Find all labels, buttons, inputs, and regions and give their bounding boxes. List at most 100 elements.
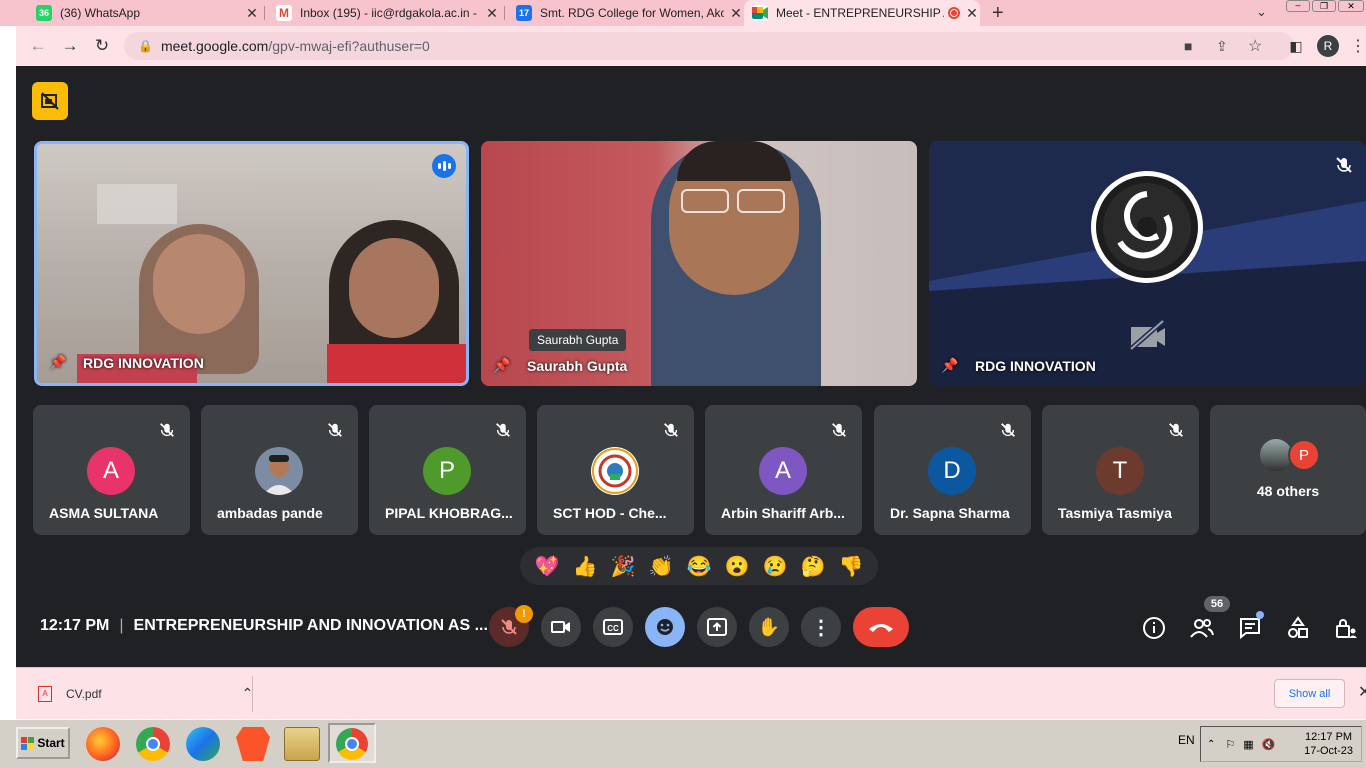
activities-button[interactable]	[1284, 614, 1312, 642]
network-icon[interactable]: ▦	[1243, 738, 1253, 751]
tab-search-icon[interactable]: ⌄	[1256, 4, 1267, 20]
tab-title: Smt. RDG College for Women, Akola	[540, 6, 724, 20]
video-tile-rdg-innovation-obs[interactable]: 📌 RDG INNOVATION	[929, 141, 1366, 386]
chrome-icon[interactable]	[136, 727, 170, 761]
avatar: P	[423, 447, 471, 495]
captions-button[interactable]: CC	[593, 607, 633, 647]
video-tile-rdg-innovation[interactable]: 📌 RDG INNOVATION	[34, 141, 469, 386]
pin-icon[interactable]: 📌	[941, 357, 959, 374]
reaction-party-icon[interactable]: 🎉	[611, 554, 636, 579]
taskbar: Start EN ⌃ ⚐ ▦ 🔇 12:17 PM 17-Oct-23	[0, 719, 1366, 768]
reaction-thumbs-down-icon[interactable]: 👎	[839, 554, 864, 579]
tab-gmail[interactable]: M Inbox (195) - iic@rdgakola.ac.in - Sm …	[268, 0, 500, 26]
people-count-badge: 56	[1204, 596, 1230, 612]
close-tab-icon[interactable]: ✕	[728, 5, 744, 22]
share-icon[interactable]: ⇪	[1216, 32, 1228, 60]
participant-tile[interactable]: SCT HOD - Che...	[537, 405, 694, 535]
reactions-button[interactable]	[645, 607, 685, 647]
mic-off-icon	[160, 423, 174, 437]
others-tile[interactable]: P 48 others	[1210, 405, 1366, 535]
hang-up-icon	[869, 624, 893, 632]
reaction-laugh-icon[interactable]: 😂	[687, 554, 712, 579]
avatar: A	[759, 447, 807, 495]
download-item[interactable]: A CV.pdf ⌃	[38, 685, 253, 702]
side-panel-icon[interactable]: ◧	[1284, 34, 1308, 58]
participant-tile[interactable]: ambadas pande	[201, 405, 358, 535]
language-indicator[interactable]: EN	[1178, 733, 1195, 747]
people-button[interactable]	[1188, 614, 1216, 642]
whatsapp-icon: 36	[36, 5, 52, 21]
chat-icon	[1240, 618, 1260, 640]
camera-off-icon	[1127, 319, 1167, 351]
forward-icon[interactable]: →	[58, 34, 82, 58]
emoji-icon	[657, 619, 673, 635]
brave-icon[interactable]	[236, 727, 270, 761]
show-all-button[interactable]: Show all	[1274, 679, 1345, 708]
firefox-icon[interactable]	[86, 727, 120, 761]
participant-tile[interactable]: T Tasmiya Tasmiya	[1042, 405, 1199, 535]
reaction-thumbs-up-icon[interactable]: 👍	[573, 554, 598, 579]
tab-college[interactable]: 17 Smt. RDG College for Women, Akola ✕	[508, 0, 744, 26]
tray-date: 17-Oct-23	[1304, 745, 1353, 757]
more-vert-icon: ⋮	[811, 616, 831, 639]
speaking-indicator-icon	[432, 154, 456, 178]
camera-indicator-icon[interactable]: ■	[1184, 32, 1192, 60]
minimize-icon[interactable]: –	[1286, 0, 1310, 12]
lock-icon[interactable]: 🔒	[138, 39, 153, 53]
tray-expand-icon[interactable]: ⌃	[1207, 739, 1215, 750]
reload-icon[interactable]: ↻	[90, 34, 114, 58]
others-count: 48 others	[1256, 483, 1320, 499]
clock-tray[interactable]: 12:17 PM 17-Oct-23	[1304, 730, 1353, 758]
bookmark-star-icon[interactable]: ☆	[1248, 32, 1262, 60]
participant-tile[interactable]: A ASMA SULTANA	[33, 405, 190, 535]
profile-avatar[interactable]: R	[1316, 34, 1340, 58]
maximize-icon[interactable]: ❐	[1312, 0, 1336, 12]
address-bar[interactable]: 🔒 meet.google.com/gpv-mwaj-efi?authuser=…	[124, 32, 1294, 60]
participant-tile[interactable]: D Dr. Sapna Sharma	[874, 405, 1031, 535]
mic-toggle-button[interactable]: !	[489, 605, 533, 647]
meeting-info: 12:17 PM | ENTREPRENEURSHIP AND INNOVATION…	[40, 617, 488, 634]
back-icon[interactable]: ←	[26, 34, 50, 58]
tab-meet[interactable]: Meet - ENTREPRENEURSHIP AN ✕	[744, 0, 980, 26]
tab-whatsapp[interactable]: 36 (36) WhatsApp ✕	[28, 0, 260, 26]
edge-icon[interactable]	[186, 727, 220, 761]
meeting-details-button[interactable]	[1140, 614, 1168, 642]
chrome-menu-icon[interactable]: ⋮	[1346, 34, 1366, 58]
reaction-heart-icon[interactable]: 💖	[535, 554, 560, 579]
video-tile-saurabh-gupta[interactable]: Saurabh Gupta 📌 Saurabh Gupta	[481, 141, 917, 386]
start-button[interactable]: Start	[16, 727, 70, 759]
window-close-icon[interactable]: ✕	[1338, 0, 1364, 12]
new-tab-icon[interactable]: +	[992, 2, 1004, 25]
participant-tile[interactable]: A Arbin Shariff Arb...	[705, 405, 862, 535]
reaction-thinking-icon[interactable]: 🤔	[801, 554, 826, 579]
host-controls-button[interactable]	[1332, 614, 1360, 642]
close-tab-icon[interactable]: ✕	[964, 5, 980, 22]
pin-icon[interactable]: 📌	[493, 357, 511, 374]
participant-name: Arbin Shariff Arb...	[721, 505, 845, 521]
chat-button[interactable]	[1236, 611, 1264, 642]
participant-tile[interactable]: P PIPAL KHOBRAG...	[369, 405, 526, 535]
download-filename: CV.pdf	[66, 686, 102, 701]
file-explorer-icon[interactable]	[284, 727, 320, 761]
reaction-sad-icon[interactable]: 😢	[763, 554, 788, 579]
camera-privacy-icon[interactable]	[32, 82, 68, 120]
reaction-clap-icon[interactable]: 👏	[649, 554, 674, 579]
flag-icon[interactable]: ⚐	[1225, 738, 1235, 751]
reaction-surprised-icon[interactable]: 😮	[725, 554, 750, 579]
avatar: T	[1096, 447, 1144, 495]
leave-call-button[interactable]	[853, 607, 909, 647]
present-button[interactable]	[697, 607, 737, 647]
pin-icon[interactable]: 📌	[49, 354, 67, 371]
more-options-button[interactable]: ⋮	[801, 607, 841, 647]
raise-hand-button[interactable]: ✋	[749, 607, 789, 647]
taskbar-chrome-running[interactable]	[328, 723, 376, 763]
close-shelf-icon[interactable]: ✕	[1358, 682, 1366, 702]
tab-title: Meet - ENTREPRENEURSHIP AN	[776, 6, 944, 20]
screen: 36 (36) WhatsApp ✕ M Inbox (195) - iic@r…	[0, 0, 1366, 768]
lock-person-icon	[1336, 619, 1357, 638]
camera-toggle-button[interactable]	[541, 607, 581, 647]
close-tab-icon[interactable]: ✕	[244, 5, 260, 22]
volume-muted-icon[interactable]: 🔇	[1262, 738, 1276, 751]
name-tooltip: Saurabh Gupta	[529, 329, 627, 351]
close-tab-icon[interactable]: ✕	[484, 5, 500, 22]
